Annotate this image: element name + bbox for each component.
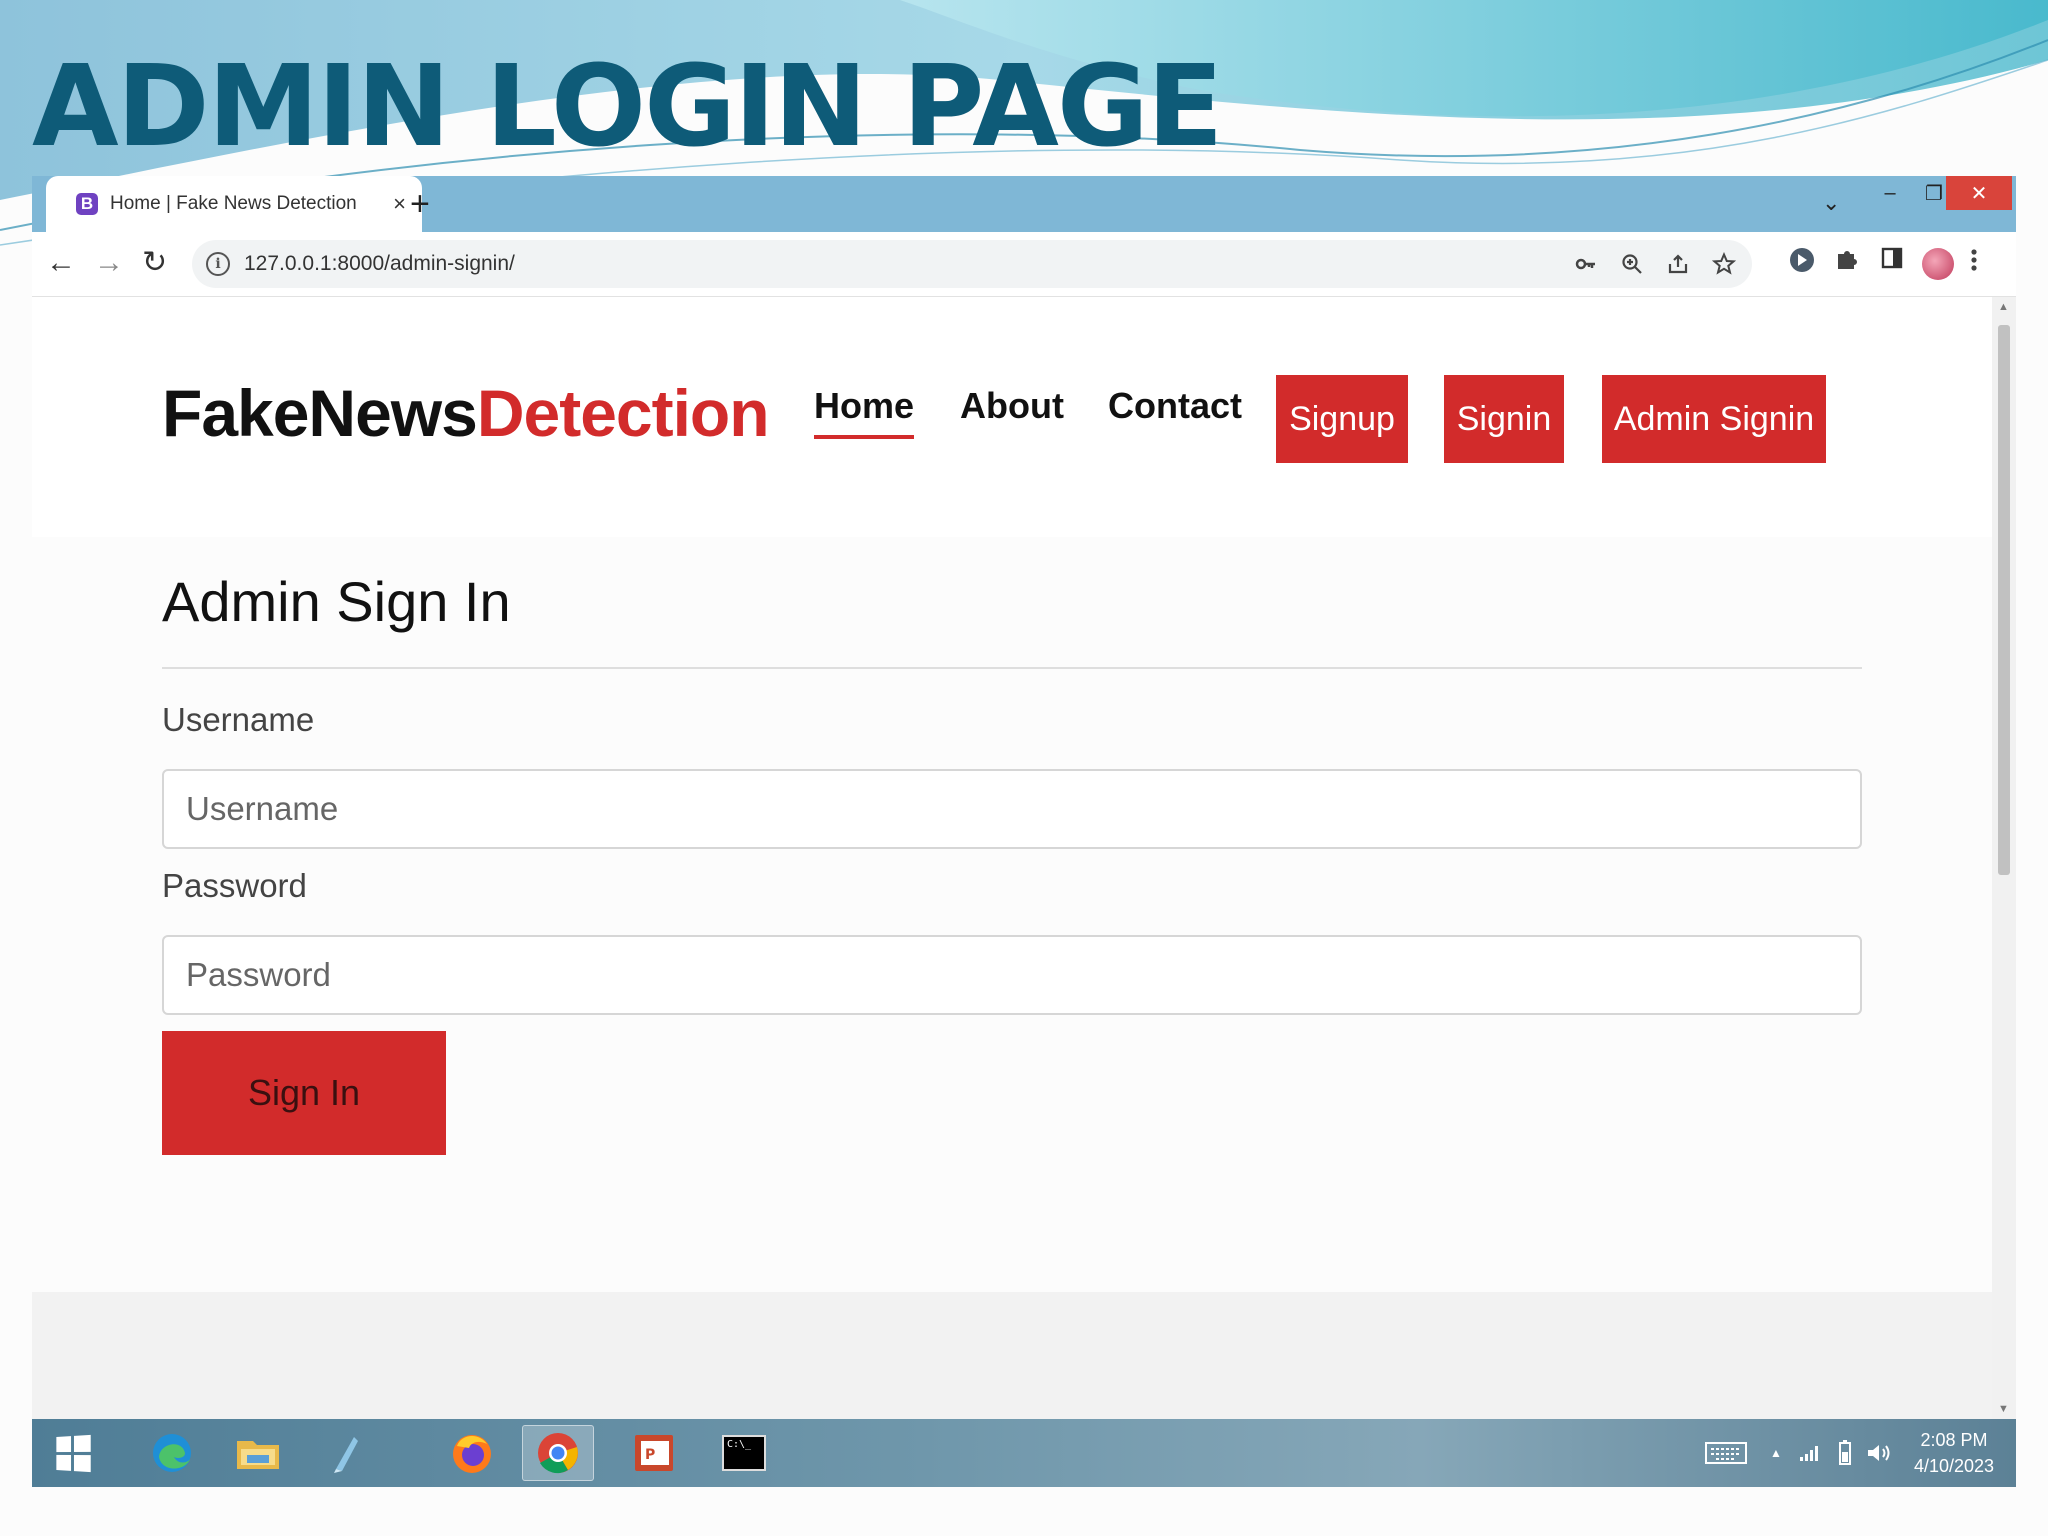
cmd-label: C:\_: [727, 1439, 752, 1450]
chrome-icon: [538, 1433, 578, 1474]
address-bar[interactable]: i 127.0.0.1:8000/admin-signin/: [192, 240, 1752, 288]
tab-search-icon[interactable]: ⌄: [1822, 190, 1840, 216]
username-label: Username: [162, 701, 315, 738]
vertical-scrollbar[interactable]: ▲ ▼: [1992, 297, 2016, 1419]
volume-icon[interactable]: [1866, 1441, 1892, 1465]
pen-app-icon: [334, 1437, 358, 1473]
clock-date: 4/10/2023: [1913, 1456, 1995, 1476]
profile-avatar[interactable]: [1922, 248, 1954, 280]
powerpoint-icon: P: [635, 1435, 673, 1471]
site-info-icon[interactable]: i: [206, 252, 230, 276]
browser-tab-bar: B Home | Fake News Detection × + ⌄ – ❐ ✕: [32, 176, 2016, 232]
scroll-up-arrow-icon[interactable]: ▲: [1998, 301, 2009, 313]
battery-icon[interactable]: [1838, 1440, 1852, 1466]
form-title: Admin Sign In: [162, 570, 511, 633]
zoom-icon[interactable]: [1620, 252, 1644, 276]
taskbar-edge[interactable]: [136, 1425, 208, 1481]
nav-link-contact[interactable]: Contact: [1108, 385, 1242, 427]
signin-button[interactable]: Signin: [1444, 375, 1564, 463]
nav-link-about[interactable]: About: [960, 385, 1064, 427]
back-arrow-icon[interactable]: ←: [46, 246, 76, 280]
page-viewport: FakeNewsDetection Home About Contact Sig…: [32, 297, 1992, 1419]
taskbar-pen-app[interactable]: [308, 1425, 380, 1481]
presentation-slide: ADMIN LOGIN PAGE B Home | Fake News Dete…: [0, 0, 2048, 1536]
browser-window: B Home | Fake News Detection × + ⌄ – ❐ ✕…: [32, 176, 2016, 1419]
site-header: FakeNewsDetection Home About Contact Sig…: [32, 297, 1992, 537]
nav-link-home[interactable]: Home: [814, 385, 915, 439]
taskbar-firefox[interactable]: [436, 1425, 508, 1481]
taskbar-file-explorer[interactable]: [222, 1425, 294, 1481]
network-signal-icon[interactable]: [1798, 1443, 1822, 1463]
keyboard-icon[interactable]: [1704, 1439, 1748, 1467]
browser-toolbar: ← → ↻ i 127.0.0.1:8000/admin-signin/: [32, 232, 2016, 297]
sign-in-submit-button[interactable]: Sign In: [162, 1031, 446, 1155]
taskbar-chrome[interactable]: [522, 1425, 594, 1481]
signup-button[interactable]: Signup: [1276, 375, 1408, 463]
taskbar-command-prompt[interactable]: C:\_: [708, 1425, 780, 1481]
username-input[interactable]: [162, 769, 1862, 849]
close-window-button[interactable]: ✕: [1946, 176, 2012, 210]
scroll-down-arrow-icon[interactable]: ▼: [1998, 1403, 2009, 1415]
password-label: Password: [162, 867, 307, 904]
admin-signin-form-section: Admin Sign In Username Password Sign In: [32, 537, 1992, 1292]
browser-tab[interactable]: B Home | Fake News Detection ×: [46, 176, 422, 232]
sidepanel-icon[interactable]: [1880, 246, 1904, 270]
minimize-button[interactable]: –: [1868, 176, 1912, 210]
command-prompt-icon: C:\_: [722, 1435, 766, 1471]
svg-text:P: P: [645, 1447, 655, 1463]
firefox-icon: [453, 1435, 491, 1473]
password-input[interactable]: [162, 935, 1862, 1015]
taskbar-powerpoint[interactable]: P: [618, 1425, 690, 1481]
logo-part-detection: Detection: [476, 376, 770, 450]
clock-time: 2:08 PM: [1920, 1430, 1988, 1450]
taskbar-clock[interactable]: 2:08 PM 4/10/2023: [1904, 1427, 2004, 1479]
windows-taskbar: P C:\_ ▲ 2:08 PM 4/10/2023: [32, 1419, 2016, 1487]
omnibox-icons: [1574, 252, 1736, 276]
tab-close-icon[interactable]: ×: [393, 191, 406, 217]
logo-part-fakenews: FakeNews: [162, 376, 478, 450]
star-icon[interactable]: [1712, 252, 1736, 276]
show-hidden-icons-chevron-icon[interactable]: ▲: [1770, 1446, 1782, 1460]
key-icon[interactable]: [1574, 252, 1598, 276]
bootstrap-favicon-icon: B: [76, 193, 98, 215]
new-tab-button[interactable]: +: [410, 184, 430, 224]
site-logo[interactable]: FakeNewsDetection: [162, 375, 770, 451]
windows-logo-icon: [55, 1434, 91, 1472]
kebab-menu-icon[interactable]: [1968, 246, 1980, 274]
edge-icon: [153, 1434, 191, 1472]
forward-arrow-icon[interactable]: →: [94, 246, 124, 280]
slide-title: ADMIN LOGIN PAGE: [32, 42, 1223, 172]
form-divider: [162, 667, 1862, 669]
extension-badge-icon[interactable]: [1788, 246, 1816, 274]
start-button[interactable]: [36, 1425, 108, 1481]
system-tray: ▲: [1704, 1419, 1892, 1487]
page-footer: [32, 1292, 1992, 1419]
share-icon[interactable]: [1666, 252, 1690, 276]
admin-signin-button[interactable]: Admin Signin: [1602, 375, 1826, 463]
reload-icon[interactable]: ↻: [142, 246, 167, 280]
url-text[interactable]: 127.0.0.1:8000/admin-signin/: [244, 252, 515, 276]
scroll-thumb[interactable]: [1998, 325, 2010, 875]
puzzle-icon[interactable]: [1834, 246, 1860, 272]
tab-title: Home | Fake News Detection: [110, 193, 357, 214]
folder-icon: [237, 1441, 279, 1469]
